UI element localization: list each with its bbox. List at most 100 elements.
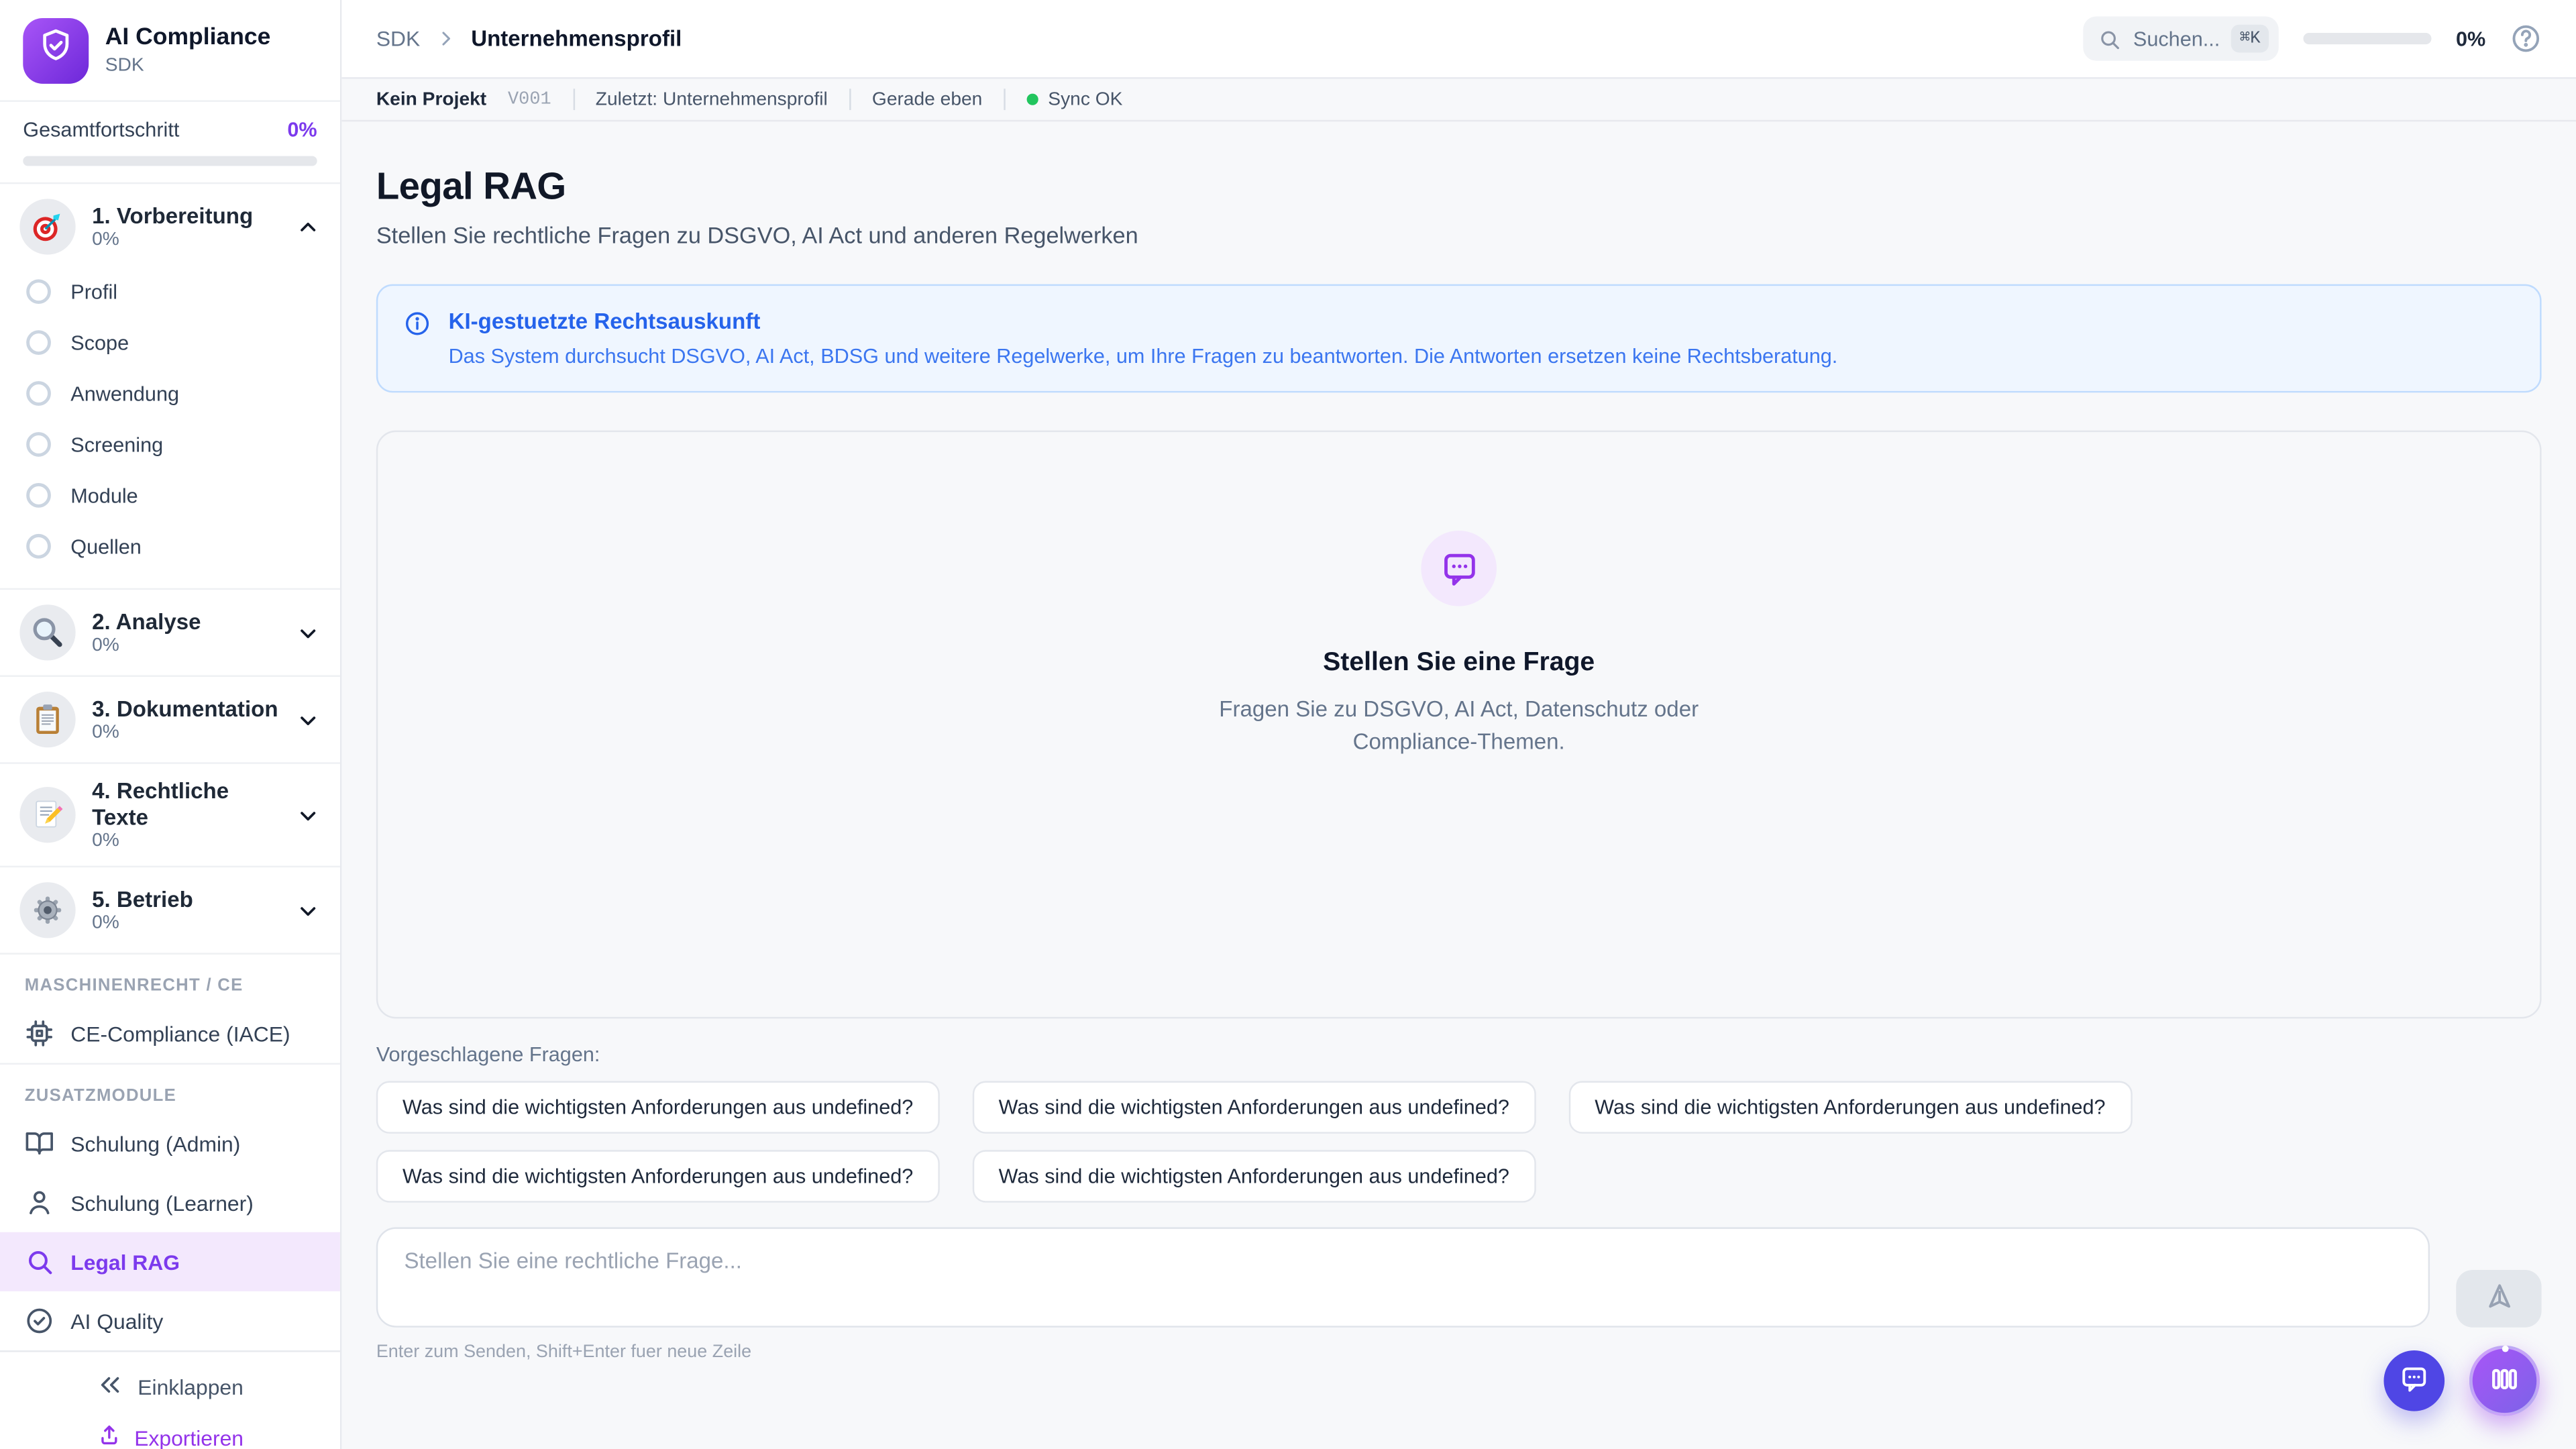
sidebar-phase-vorbereitung: 1. Vorbereitung 0% Profil Scope Anwendun… bbox=[0, 184, 340, 590]
sidebar-item-legal-rag[interactable]: Legal RAG bbox=[0, 1232, 340, 1291]
suggestion-button[interactable]: Was sind die wichtigsten Anforderungen a… bbox=[972, 1150, 1536, 1202]
overall-progress: Gesamtfortschritt 0% bbox=[0, 102, 340, 184]
chevron-down-icon bbox=[296, 802, 321, 827]
top-header: SDK Unternehmensprofil Suchen... ⌘K 0% bbox=[341, 0, 2576, 79]
phase-rechtliche-texte-header[interactable]: 4. Rechtliche Texte 0% bbox=[13, 771, 327, 859]
section-label-maschinenrecht: MASCHINENRECHT / CE bbox=[0, 955, 340, 1004]
info-banner-body: Das System durchsucht DSGVO, AI Act, BDS… bbox=[449, 345, 1838, 368]
composer-hint: Enter zum Senden, Shift+Enter fuer neue … bbox=[376, 1342, 2542, 1362]
sidebar-item-schulung-admin[interactable]: Schulung (Admin) bbox=[0, 1114, 340, 1173]
phase-analyse-header[interactable]: 2. Analyse 0% bbox=[13, 596, 327, 669]
phase-title: 2. Analyse bbox=[92, 609, 201, 635]
search-icon bbox=[2098, 27, 2121, 50]
phase-pct: 0% bbox=[92, 831, 279, 851]
question-composer bbox=[376, 1227, 2542, 1327]
suggestion-button[interactable]: Was sind die wichtigsten Anforderungen a… bbox=[1568, 1081, 2132, 1133]
subitem-label: Quellen bbox=[70, 535, 142, 557]
page-subtitle: Stellen Sie rechtliche Fragen zu DSGVO, … bbox=[376, 222, 2542, 248]
main-area: SDK Unternehmensprofil Suchen... ⌘K 0% bbox=[341, 0, 2576, 1449]
app-subtitle: SDK bbox=[105, 56, 271, 75]
global-search-button[interactable]: Suchen... ⌘K bbox=[2084, 16, 2278, 60]
phase-pct: 0% bbox=[92, 914, 193, 933]
sidebar-item-anwendung[interactable]: Anwendung bbox=[13, 368, 327, 419]
fab-highlight-dot bbox=[2502, 1346, 2508, 1352]
chevron-down-icon bbox=[296, 898, 321, 922]
collapse-sidebar-button[interactable]: Einklappen bbox=[97, 1372, 244, 1403]
question-input[interactable] bbox=[376, 1227, 2430, 1327]
sync-ok-dot bbox=[1026, 94, 1038, 105]
divider bbox=[1004, 89, 1005, 110]
app-root: AI Compliance SDK Gesamtfortschritt 0% 1… bbox=[0, 0, 2576, 1449]
chevron-down-icon bbox=[296, 620, 321, 645]
search-placeholder-text: Suchen... bbox=[2133, 27, 2220, 50]
item-label: Schulung (Admin) bbox=[70, 1131, 240, 1156]
page-content: Legal RAG Stellen Sie rechtliche Fragen … bbox=[341, 121, 2576, 1449]
step-status-circle bbox=[26, 279, 51, 304]
sidebar-item-schulung-learner[interactable]: Schulung (Learner) bbox=[0, 1173, 340, 1232]
send-button[interactable] bbox=[2456, 1270, 2541, 1328]
step-status-circle bbox=[26, 483, 51, 508]
sidebar-item-module[interactable]: Module bbox=[13, 470, 327, 521]
sidebar-item-quellen[interactable]: Quellen bbox=[13, 521, 327, 572]
sidebar-item-ce-compliance[interactable]: CE-Compliance (IACE) bbox=[0, 1004, 340, 1063]
phase-vorbereitung-header[interactable]: 1. Vorbereitung 0% bbox=[13, 191, 327, 263]
columns-icon bbox=[2487, 1361, 2522, 1401]
columns-fab-button[interactable] bbox=[2469, 1346, 2540, 1416]
project-name: Kein Projekt bbox=[376, 89, 486, 109]
suggestion-button[interactable]: Was sind die wichtigsten Anforderungen a… bbox=[376, 1081, 940, 1133]
app-logo bbox=[23, 17, 89, 83]
header-progress-bar bbox=[2303, 33, 2431, 44]
sidebar-item-profil[interactable]: Profil bbox=[13, 266, 327, 317]
magnifier-icon bbox=[19, 604, 75, 660]
item-label: Schulung (Learner) bbox=[70, 1190, 254, 1215]
subitem-label: Module bbox=[70, 484, 138, 506]
sidebar-item-scope[interactable]: Scope bbox=[13, 317, 327, 368]
empty-state-body: Fragen Sie zu DSGVO, AI Act, Datenschutz… bbox=[1204, 693, 1713, 759]
phase-title: 3. Dokumentation bbox=[92, 696, 278, 722]
page-title: Legal RAG bbox=[376, 164, 2542, 209]
cpu-icon bbox=[25, 1018, 54, 1048]
empty-state-title: Stellen Sie eine Frage bbox=[1323, 649, 1595, 678]
app-title-block: AI Compliance SDK bbox=[105, 25, 271, 74]
suggestions-list: Was sind die wichtigsten Anforderungen a… bbox=[376, 1081, 2216, 1202]
chat-fab-button[interactable] bbox=[2383, 1350, 2445, 1411]
phase-vorbereitung-items: Profil Scope Anwendung Screening Module … bbox=[13, 263, 327, 582]
step-status-circle bbox=[26, 534, 51, 559]
item-label: CE-Compliance (IACE) bbox=[70, 1021, 290, 1046]
sidebar-item-ai-quality[interactable]: AI Quality bbox=[0, 1291, 340, 1350]
breadcrumb-root[interactable]: SDK bbox=[376, 26, 420, 51]
last-edited-value: Unternehmensprofil bbox=[663, 89, 828, 109]
phase-pct: 0% bbox=[92, 723, 278, 743]
breadcrumb: SDK Unternehmensprofil bbox=[376, 26, 682, 51]
item-label: AI Quality bbox=[70, 1309, 163, 1334]
subitem-label: Anwendung bbox=[70, 382, 179, 405]
suggestions-label: Vorgeschlagene Fragen: bbox=[376, 1043, 2542, 1066]
last-edited-label: Zuletzt: bbox=[596, 89, 657, 109]
status-bar: Kein Projekt V001 Zuletzt: Unternehmensp… bbox=[341, 79, 2576, 122]
overall-progress-value: 0% bbox=[287, 118, 317, 141]
upload-icon bbox=[97, 1423, 121, 1449]
sidebar-item-screening[interactable]: Screening bbox=[13, 419, 327, 470]
sync-label: Sync OK bbox=[1048, 89, 1122, 109]
chevron-right-icon bbox=[435, 28, 456, 50]
divider bbox=[573, 89, 574, 110]
phase-dokumentation-header[interactable]: 3. Dokumentation 0% bbox=[13, 684, 327, 756]
version-badge: V001 bbox=[508, 89, 551, 109]
export-button[interactable]: Exportieren bbox=[97, 1423, 244, 1449]
section-zusatzmodule: ZUSATZMODULE Schulung (Admin) Schulung (… bbox=[0, 1065, 340, 1350]
suggestion-button[interactable]: Was sind die wichtigsten Anforderungen a… bbox=[972, 1081, 1536, 1133]
step-status-circle bbox=[26, 330, 51, 355]
suggestion-button[interactable]: Was sind die wichtigsten Anforderungen a… bbox=[376, 1150, 940, 1202]
chat-empty-state-panel: Stellen Sie eine Frage Fragen Sie zu DSG… bbox=[376, 431, 2542, 1019]
step-status-circle bbox=[26, 432, 51, 457]
last-edited: Zuletzt: Unternehmensprofil bbox=[596, 89, 828, 109]
collapse-label: Einklappen bbox=[138, 1375, 244, 1400]
phase-title: 4. Rechtliche Texte bbox=[92, 779, 279, 830]
help-icon[interactable] bbox=[2510, 23, 2542, 54]
divider bbox=[849, 89, 851, 110]
clipboard-icon bbox=[19, 692, 75, 747]
phase-betrieb-header[interactable]: 5. Betrieb 0% bbox=[13, 874, 327, 947]
overall-progress-bar bbox=[23, 156, 317, 166]
section-label-zusatzmodule: ZUSATZMODULE bbox=[0, 1065, 340, 1114]
export-label: Exportieren bbox=[134, 1426, 244, 1449]
